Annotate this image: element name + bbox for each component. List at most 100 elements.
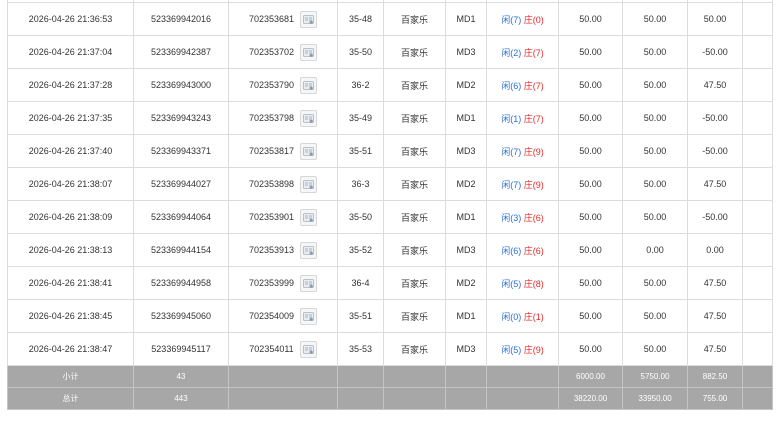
table-row: 2026-04-26 21:37:40 523369943371 7023538… <box>7 134 773 168</box>
bet-amount-cell: 50.00 <box>558 299 623 333</box>
round-number: 702354009 <box>248 311 295 321</box>
result-image-icon[interactable] <box>300 175 318 193</box>
round-number-cell: 702353702 <box>228 35 338 69</box>
result-cell: 闲(2) 庄(7) <box>486 35 559 69</box>
result-image-icon[interactable] <box>300 142 318 160</box>
subtotal-count: 43 <box>133 365 229 388</box>
result-cell: 闲(6) 庄(7) <box>486 68 559 102</box>
bet-time-cell: 2026-04-26 21:38:09 <box>7 200 134 234</box>
result-cell: 闲(1) 庄(7) <box>486 101 559 135</box>
valid-bet-cell: 50.00 <box>622 266 688 300</box>
round-number: 702354011 <box>249 344 294 354</box>
banker-result: 庄(0) <box>523 14 544 25</box>
table-code-cell: MD3 <box>445 35 487 69</box>
result-image-icon[interactable] <box>300 241 318 259</box>
bet-amount-cell: 50.00 <box>558 200 623 234</box>
valid-bet-cell: 50.00 <box>622 35 688 69</box>
round-number: 702353702 <box>248 47 295 57</box>
win-loss-cell: 47.50 <box>687 299 743 333</box>
order-number-cell: 523369945117 <box>133 332 229 366</box>
player-result: 闲(1) <box>501 113 522 124</box>
bet-time-cell: 2026-04-26 21:38:07 <box>7 167 134 201</box>
round-number-cell: 702353817 <box>228 134 338 168</box>
game-type-cell: 百家乐 <box>383 101 446 135</box>
table-code-cell: MD1 <box>445 200 487 234</box>
player-result: 闲(7) <box>501 146 522 157</box>
result-image-icon[interactable] <box>300 109 318 127</box>
table-row: 2026-04-26 21:38:13 523369944154 7023539… <box>7 233 773 267</box>
bet-time-cell: 2026-04-26 21:38:13 <box>7 233 134 267</box>
game-type-cell: 百家乐 <box>383 134 446 168</box>
result-image-icon[interactable] <box>300 307 318 325</box>
order-number-cell: 523369944958 <box>133 266 229 300</box>
valid-bet-cell: 50.00 <box>622 299 688 333</box>
round-number-cell: 702353901 <box>228 200 338 234</box>
subtotal-bet: 6000.00 <box>558 365 623 388</box>
total-label: 总计 <box>7 387 134 410</box>
game-type-cell: 百家乐 <box>383 233 446 267</box>
order-number-cell: 523369944027 <box>133 167 229 201</box>
shoe-round-cell: 36-2 <box>337 68 384 102</box>
result-image-icon[interactable] <box>299 340 317 358</box>
round-number: 702353681 <box>248 14 295 24</box>
bet-amount-cell: 50.00 <box>558 134 623 168</box>
game-type-cell: 百家乐 <box>383 266 446 300</box>
result-image-icon[interactable] <box>300 274 318 292</box>
table-row: 2026-04-26 21:38:07 523369944027 7023538… <box>7 167 773 201</box>
subtotal-label: 小计 <box>7 365 134 388</box>
result-image-icon[interactable] <box>300 10 318 28</box>
game-type-cell: 百家乐 <box>383 167 446 201</box>
shoe-round-cell: 35-49 <box>337 101 384 135</box>
table-code-cell: MD2 <box>445 68 487 102</box>
round-number: 702353898 <box>248 179 295 189</box>
player-result: 闲(5) <box>501 344 522 355</box>
bet-time-cell: 2026-04-26 21:38:45 <box>7 299 134 333</box>
round-number-cell: 702354011 <box>228 332 338 366</box>
valid-bet-cell: 50.00 <box>622 332 688 366</box>
order-number-cell: 523369942016 <box>133 2 229 36</box>
shoe-round-cell: 36-4 <box>337 266 384 300</box>
table-code-cell: MD3 <box>445 134 487 168</box>
result-cell: 闲(3) 庄(6) <box>486 200 559 234</box>
game-type-cell: 百家乐 <box>383 200 446 234</box>
result-image-icon[interactable] <box>300 208 318 226</box>
game-type-cell: 百家乐 <box>383 68 446 102</box>
order-number-cell: 523369944154 <box>133 233 229 267</box>
valid-bet-cell: 50.00 <box>622 2 688 36</box>
banker-result: 庄(9) <box>523 344 544 355</box>
table-row: 2026-04-26 21:37:28 523369943000 7023537… <box>7 68 773 102</box>
bet-time-cell: 2026-04-26 21:37:40 <box>7 134 134 168</box>
order-number-cell: 523369942387 <box>133 35 229 69</box>
subtotal-win: 882.50 <box>687 365 743 388</box>
result-cell: 闲(0) 庄(1) <box>486 299 559 333</box>
total-row: 总计 443 38220.00 33950.00 755.00 <box>7 387 773 410</box>
win-loss-cell: 50.00 <box>687 2 743 36</box>
result-image-icon[interactable] <box>300 43 318 61</box>
table-code-cell: MD2 <box>445 266 487 300</box>
banker-result: 庄(9) <box>523 179 544 190</box>
round-number-cell: 702354009 <box>228 299 338 333</box>
subtotal-row: 小计 43 6000.00 5750.00 882.50 <box>7 365 773 388</box>
bet-amount-cell: 50.00 <box>558 332 623 366</box>
table-code-cell: MD1 <box>445 101 487 135</box>
total-count: 443 <box>133 387 229 410</box>
result-cell: 闲(5) 庄(9) <box>486 332 559 366</box>
shoe-round-cell: 35-48 <box>337 2 384 36</box>
game-type-cell: 百家乐 <box>383 2 446 36</box>
result-cell: 闲(7) 庄(9) <box>486 134 559 168</box>
round-number-cell: 702353913 <box>228 233 338 267</box>
table-code-cell: MD3 <box>445 233 487 267</box>
bet-amount-cell: 50.00 <box>558 35 623 69</box>
player-result: 闲(7) <box>501 179 522 190</box>
shoe-round-cell: 35-52 <box>337 233 384 267</box>
shoe-round-cell: 35-51 <box>337 299 384 333</box>
round-number: 702353798 <box>248 113 295 123</box>
table-row: 2026-04-26 21:36:53 523369942016 7023536… <box>7 2 773 36</box>
game-type-cell: 百家乐 <box>383 332 446 366</box>
bet-time-cell: 2026-04-26 21:38:41 <box>7 266 134 300</box>
order-number-cell: 523369944064 <box>133 200 229 234</box>
order-number-cell: 523369943371 <box>133 134 229 168</box>
shoe-round-cell: 36-3 <box>337 167 384 201</box>
result-image-icon[interactable] <box>300 76 318 94</box>
bet-amount-cell: 50.00 <box>558 167 623 201</box>
